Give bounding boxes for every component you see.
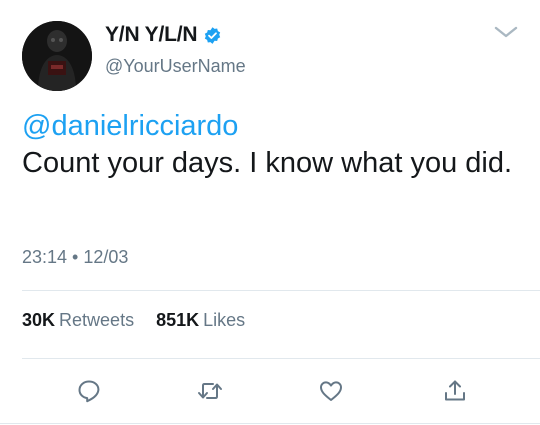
- tweet-text: Count your days. I know what you did.: [22, 147, 513, 179]
- likes-stat[interactable]: 851K Likes: [151, 310, 245, 330]
- divider: [0, 423, 540, 424]
- share-button[interactable]: [440, 378, 470, 404]
- retweets-label: Retweets: [59, 310, 135, 330]
- reply-icon: [78, 380, 100, 403]
- divider: [22, 358, 540, 359]
- divider: [22, 290, 540, 291]
- retweet-button[interactable]: [195, 378, 225, 404]
- likes-count: 851K: [156, 310, 200, 330]
- engagement-stats: 30K Retweets 851K Likes: [22, 309, 245, 331]
- heart-icon: [320, 381, 342, 401]
- share-icon: [445, 380, 465, 401]
- display-name[interactable]: Y/N Y/L/N: [105, 22, 198, 48]
- reply-button[interactable]: [74, 378, 104, 404]
- likes-label: Likes: [203, 310, 246, 330]
- mention-link[interactable]: @danielricciardo: [22, 108, 238, 144]
- tweet-card: Y/N Y/L/N @YourUserName @danielricciardo…: [0, 0, 540, 425]
- username[interactable]: @YourUserName: [105, 55, 246, 77]
- avatar[interactable]: [22, 21, 92, 91]
- retweets-stat[interactable]: 30K Retweets: [22, 310, 139, 330]
- like-button[interactable]: [316, 378, 346, 404]
- retweet-icon: [198, 383, 222, 399]
- timestamp[interactable]: 23:14 • 12/03: [22, 246, 128, 268]
- chevron-down-icon[interactable]: [492, 22, 520, 42]
- retweets-count: 30K: [22, 310, 56, 330]
- verified-badge-icon: [204, 27, 221, 44]
